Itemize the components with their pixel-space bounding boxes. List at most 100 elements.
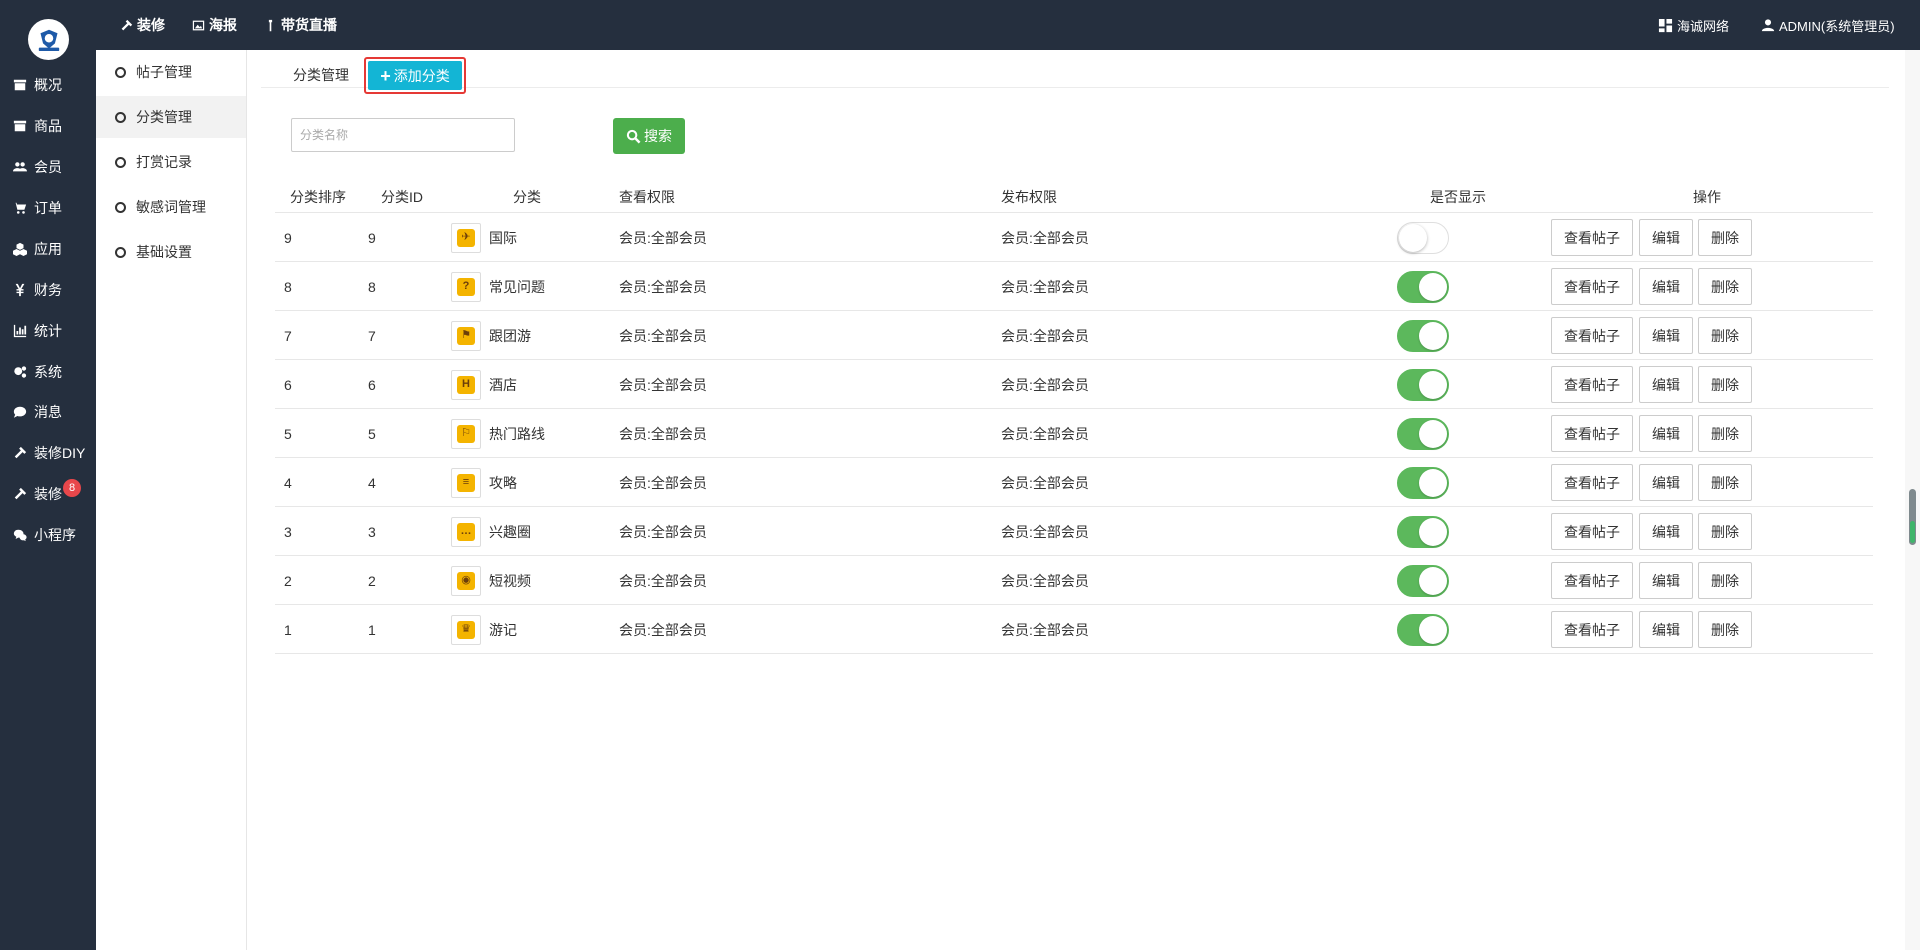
- sidebar-item-3[interactable]: 订单: [0, 188, 96, 228]
- delete-button[interactable]: 删除: [1698, 366, 1752, 403]
- visibility-toggle[interactable]: [1397, 319, 1449, 352]
- add-category-button[interactable]: + 添加分类: [364, 57, 466, 94]
- sidebar-item-8[interactable]: 消息: [0, 392, 96, 432]
- cell-view-permission: 会员:全部会员: [619, 376, 707, 393]
- delete-button[interactable]: 删除: [1698, 513, 1752, 550]
- delete-button[interactable]: 删除: [1698, 464, 1752, 501]
- topbar-link-label: 带货直播: [281, 17, 337, 33]
- delete-button[interactable]: 删除: [1698, 268, 1752, 305]
- sidebar-item-2[interactable]: 会员: [0, 147, 96, 187]
- user-menu[interactable]: ADMIN(系统管理员): [1761, 0, 1895, 50]
- col-header-id[interactable]: 分类ID: [381, 187, 423, 207]
- table-row: 6 6 H 酒店 会员:全部会员 会员:全部会员 查看帖子 编辑 删除: [275, 359, 1873, 408]
- category-glyph: ◉: [457, 571, 475, 590]
- category-glyph: ⚑: [457, 326, 475, 345]
- sidebar-item-label: 商品: [34, 118, 62, 134]
- sidebar-item-6[interactable]: 统计: [0, 311, 96, 351]
- cell-id: 7: [368, 327, 376, 344]
- view-posts-button[interactable]: 查看帖子: [1551, 464, 1633, 501]
- sidebar-item-label: 消息: [34, 404, 62, 420]
- col-header-view-permission: 查看权限: [619, 189, 675, 205]
- delete-button[interactable]: 删除: [1698, 317, 1752, 354]
- user-icon: [1761, 19, 1775, 32]
- visibility-toggle[interactable]: [1397, 417, 1449, 450]
- sub-nav-item-4[interactable]: 基础设置: [96, 231, 246, 273]
- edit-button[interactable]: 编辑: [1639, 611, 1693, 648]
- edit-button[interactable]: 编辑: [1639, 513, 1693, 550]
- users-icon: [12, 159, 28, 175]
- plus-icon: +: [380, 65, 391, 86]
- view-posts-button[interactable]: 查看帖子: [1551, 513, 1633, 550]
- circle-icon: [115, 66, 126, 78]
- edit-button[interactable]: 编辑: [1639, 464, 1693, 501]
- view-posts-button[interactable]: 查看帖子: [1551, 317, 1633, 354]
- topbar-link-poster[interactable]: 海报: [192, 0, 237, 50]
- delete-button[interactable]: 删除: [1698, 415, 1752, 452]
- edit-button[interactable]: 编辑: [1639, 415, 1693, 452]
- sub-nav-item-label: 基础设置: [136, 244, 192, 260]
- edit-button[interactable]: 编辑: [1639, 562, 1693, 599]
- sub-nav-item-2[interactable]: 打赏记录: [96, 141, 246, 183]
- sidebar-item-7[interactable]: 系统: [0, 352, 96, 392]
- sidebar-item-1[interactable]: 商品: [0, 106, 96, 146]
- view-posts-button[interactable]: 查看帖子: [1551, 219, 1633, 256]
- cell-visible: [1397, 360, 1449, 409]
- visibility-toggle[interactable]: [1397, 368, 1449, 401]
- cell-sort: 4: [284, 474, 292, 491]
- sidebar-item-10[interactable]: 装修: [0, 474, 96, 514]
- delete-button[interactable]: 删除: [1698, 611, 1752, 648]
- company-link[interactable]: 海诚网络: [1658, 0, 1729, 50]
- airplane-icon: ✈: [451, 222, 481, 253]
- view-posts-button[interactable]: 查看帖子: [1551, 415, 1633, 452]
- visibility-toggle[interactable]: [1397, 564, 1449, 597]
- view-posts-button[interactable]: 查看帖子: [1551, 268, 1633, 305]
- edit-button[interactable]: 编辑: [1639, 366, 1693, 403]
- topbar-link-live[interactable]: 带货直播: [264, 0, 337, 50]
- delete-button[interactable]: 删除: [1698, 219, 1752, 256]
- topbar-link-decoration[interactable]: 装修: [120, 0, 165, 50]
- visibility-toggle[interactable]: [1397, 466, 1449, 499]
- cell-sort: 7: [284, 327, 292, 344]
- visibility-toggle[interactable]: [1397, 613, 1449, 646]
- col-header-sort[interactable]: 分类排序: [290, 187, 346, 207]
- delete-button[interactable]: 删除: [1698, 562, 1752, 599]
- search-button-label: 搜索: [644, 128, 672, 144]
- logo-icon[interactable]: [28, 19, 69, 60]
- message-count-badge: 8: [63, 479, 81, 497]
- view-posts-button[interactable]: 查看帖子: [1551, 611, 1633, 648]
- cell-id: 5: [368, 425, 376, 442]
- search-button[interactable]: 搜索: [613, 118, 685, 154]
- visibility-toggle[interactable]: [1397, 270, 1449, 303]
- edit-button[interactable]: 编辑: [1639, 219, 1693, 256]
- cell-visible: [1397, 458, 1449, 507]
- sidebar-item-5[interactable]: 财务: [0, 270, 96, 310]
- sub-nav-item-0[interactable]: 帖子管理: [96, 51, 246, 93]
- top-bar: 装修 海报 带货直播 海诚网络 ADMIN(系统管理员): [96, 0, 1920, 50]
- medal-icon: ♛: [451, 614, 481, 645]
- tab-category-management[interactable]: 分类管理: [293, 57, 349, 93]
- cell-view-permission: 会员:全部会员: [619, 474, 707, 491]
- visibility-toggle[interactable]: [1397, 515, 1449, 548]
- visibility-toggle[interactable]: [1397, 221, 1449, 254]
- table-row: 4 4 ≡ 攻略 会员:全部会员 会员:全部会员 查看帖子 编辑 删除: [275, 457, 1873, 506]
- edit-button[interactable]: 编辑: [1639, 268, 1693, 305]
- scrollbar-thumb[interactable]: [1909, 489, 1916, 545]
- sidebar-item-0[interactable]: 概况: [0, 65, 96, 105]
- sidebar-item-label: 应用: [34, 241, 62, 257]
- sidebar-item-4[interactable]: 应用: [0, 229, 96, 269]
- view-posts-button[interactable]: 查看帖子: [1551, 366, 1633, 403]
- edit-button[interactable]: 编辑: [1639, 317, 1693, 354]
- sub-nav-item-3[interactable]: 敏感词管理: [96, 186, 246, 228]
- category-name-search-input[interactable]: [291, 118, 515, 152]
- sidebar-item-9[interactable]: 装修DIY: [0, 433, 96, 473]
- vertical-scrollbar[interactable]: [1905, 50, 1920, 950]
- sidebar-item-11[interactable]: 小程序: [0, 515, 96, 555]
- main-sidebar: 概况商品会员 订单应用财务 统计 系统消息装修DIY 装修小程序 8: [0, 0, 96, 950]
- view-posts-button[interactable]: 查看帖子: [1551, 562, 1633, 599]
- cell-post-permission: 会员:全部会员: [1001, 474, 1089, 491]
- sidebar-item-label: 小程序: [34, 527, 76, 543]
- category-glyph: …: [457, 522, 475, 541]
- col-header-post-permission: 发布权限: [1001, 189, 1057, 205]
- sub-nav-item-1[interactable]: 分类管理: [96, 96, 246, 138]
- category-name: 酒店: [489, 376, 517, 393]
